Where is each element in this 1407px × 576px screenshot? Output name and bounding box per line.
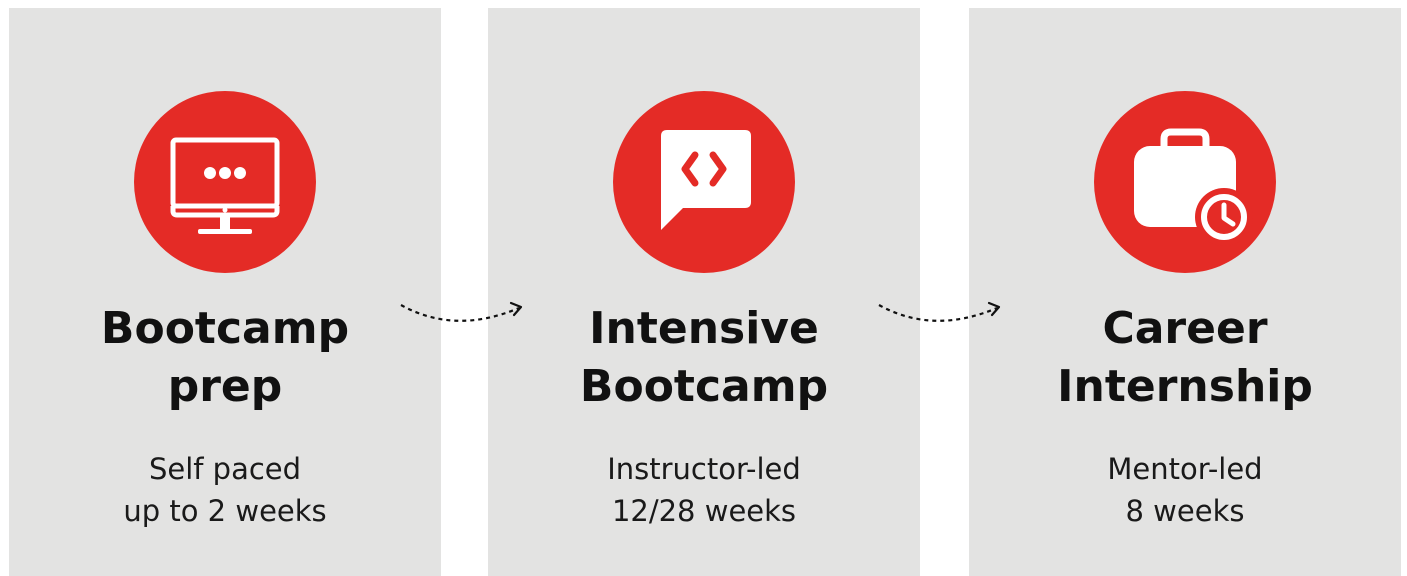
step-card-career-internship: Career Internship Mentor-led 8 weeks — [969, 8, 1401, 576]
step-title-line: prep — [167, 361, 283, 412]
icon-badge — [613, 91, 795, 273]
step-subtitle: Instructor-led 12/28 weeks — [488, 448, 920, 532]
code-chat-icon — [661, 130, 751, 230]
step-title-line: Bootcamp — [100, 303, 350, 354]
monitor-icon — [170, 137, 280, 234]
step-title: Career Internship — [969, 300, 1401, 416]
step-title: Intensive Bootcamp — [488, 300, 920, 416]
briefcase-clock-icon — [1134, 128, 1253, 246]
step-subtitle: Mentor-led 8 weeks — [969, 448, 1401, 532]
step-subtitle-line: up to 2 weeks — [123, 494, 327, 528]
step-card-intensive-bootcamp: Intensive Bootcamp Instructor-led 12/28 … — [488, 8, 920, 576]
step-subtitle-line: 8 weeks — [1125, 494, 1245, 528]
step-subtitle: Self paced up to 2 weeks — [9, 448, 441, 532]
step-title-line: Career — [1102, 303, 1268, 354]
step-title-line: Intensive — [589, 303, 819, 354]
icon-badge — [1094, 91, 1276, 273]
step-title: Bootcamp prep — [9, 300, 441, 416]
step-title-line: Internship — [1057, 361, 1313, 412]
dotted-arrow-icon — [400, 301, 523, 322]
step-subtitle-line: Self paced — [148, 452, 302, 486]
step-card-bootcamp-prep: Bootcamp prep Self paced up to 2 weeks — [9, 8, 441, 576]
dotted-arrow-icon — [878, 301, 1001, 322]
step-subtitle-line: Instructor-led — [607, 452, 801, 486]
icon-badge — [134, 91, 316, 273]
step-subtitle-line: Mentor-led — [1107, 452, 1263, 486]
step-title-line: Bootcamp — [579, 361, 829, 412]
step-subtitle-line: 12/28 weeks — [611, 494, 797, 528]
